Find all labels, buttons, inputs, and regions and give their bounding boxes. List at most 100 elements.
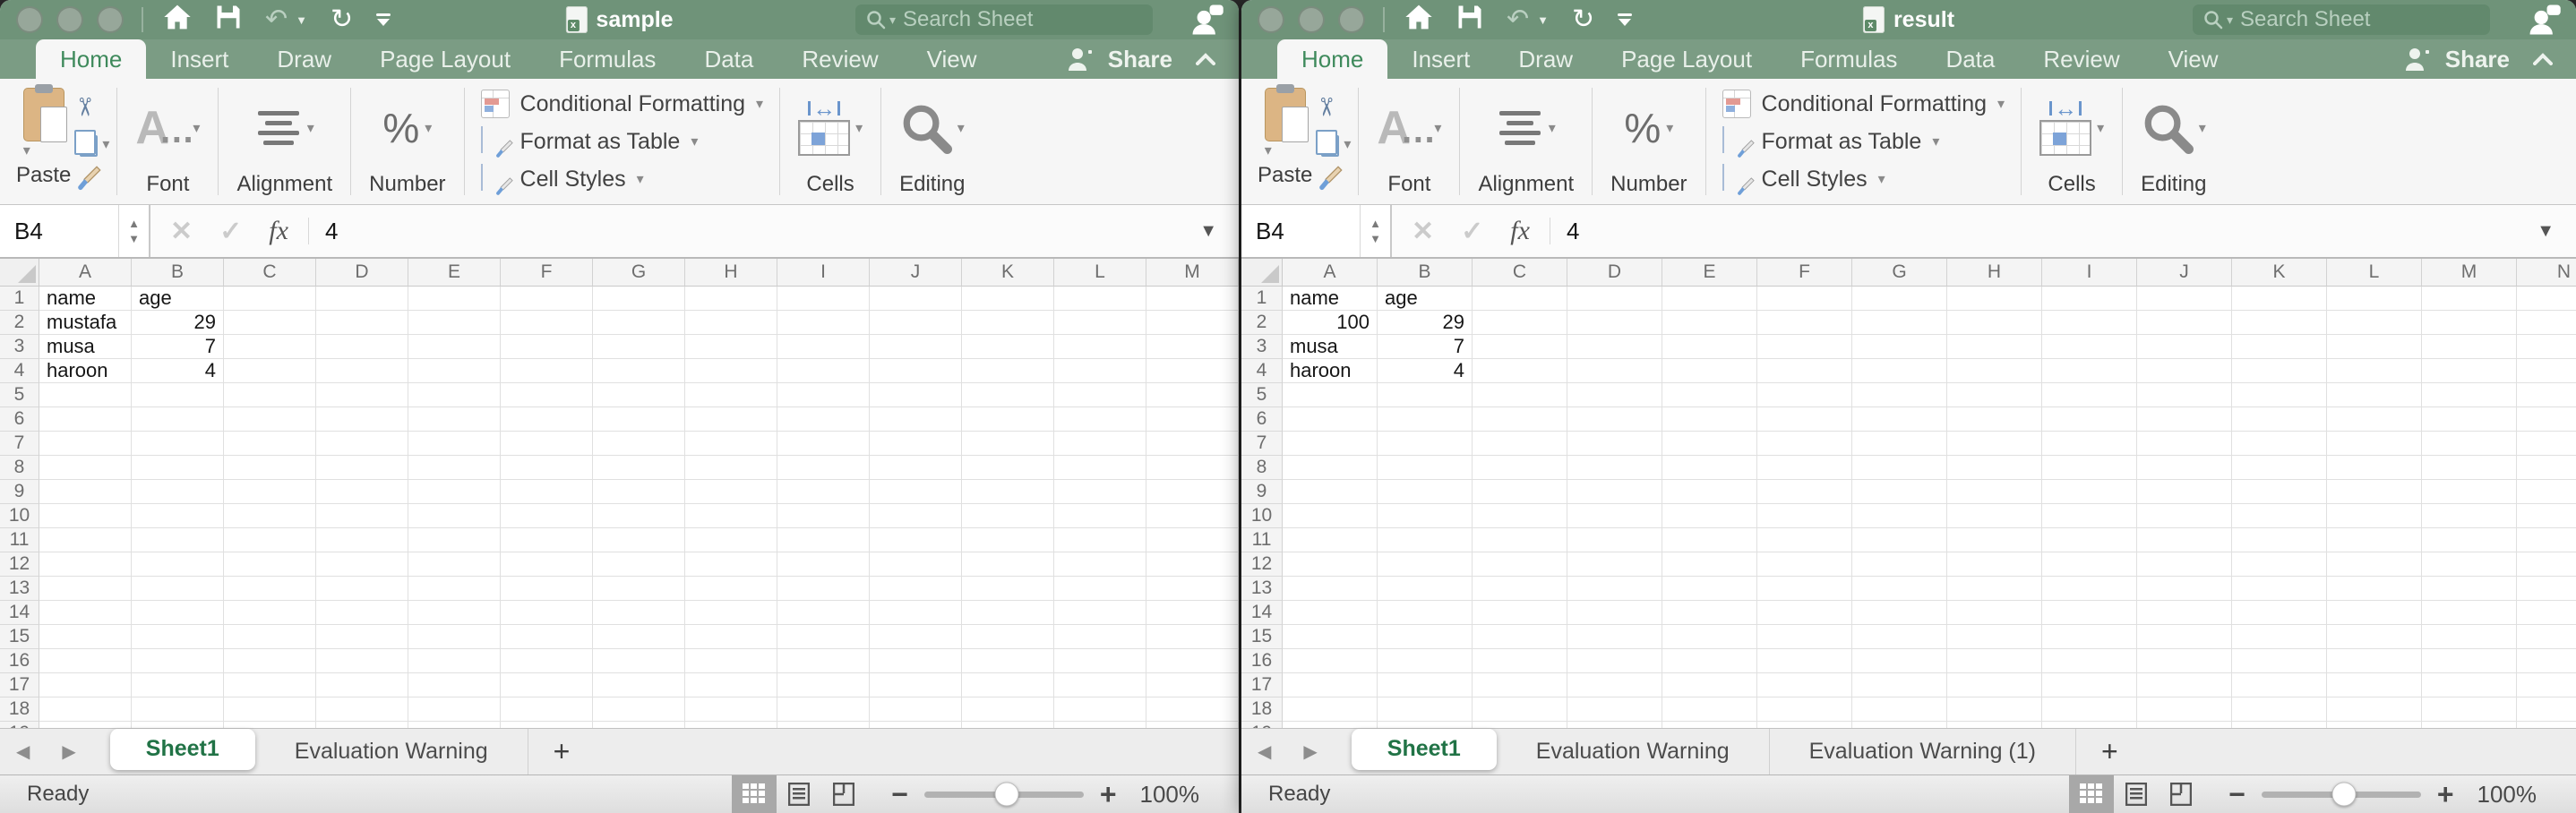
zoom-out-button[interactable]: −	[891, 780, 908, 809]
cell-E4[interactable]	[408, 359, 501, 383]
column-header-F[interactable]: F	[501, 259, 593, 287]
cell-K7[interactable]	[2232, 432, 2327, 456]
cell-B12[interactable]	[132, 552, 224, 577]
zoom-slider[interactable]	[2262, 792, 2421, 798]
cell-E3[interactable]	[1662, 335, 1757, 359]
cell-L12[interactable]	[2327, 552, 2422, 577]
cell-I4[interactable]	[2042, 359, 2137, 383]
cell-L10[interactable]	[2327, 504, 2422, 528]
cell-K14[interactable]	[962, 601, 1054, 625]
cell-J3[interactable]	[870, 335, 962, 359]
cell-C8[interactable]	[224, 456, 316, 480]
editing-group[interactable]: ▾ Editing	[881, 79, 983, 204]
cell-N5[interactable]	[2517, 383, 2576, 407]
row-header-6[interactable]: 6	[1241, 407, 1283, 432]
cell-L7[interactable]	[2327, 432, 2422, 456]
cell-I3[interactable]	[2042, 335, 2137, 359]
cell-C1[interactable]	[1473, 287, 1567, 311]
cell-N12[interactable]	[2517, 552, 2576, 577]
cell-J8[interactable]	[870, 456, 962, 480]
cell-L7[interactable]	[1054, 432, 1146, 456]
cell-F2[interactable]	[1757, 311, 1852, 335]
row-header-18[interactable]: 18	[0, 697, 39, 722]
cell-I2[interactable]	[2042, 311, 2137, 335]
row-header-8[interactable]: 8	[0, 456, 39, 480]
cell-D18[interactable]	[316, 697, 408, 722]
cell-H3[interactable]	[685, 335, 777, 359]
cell-E10[interactable]	[408, 504, 501, 528]
cell-B17[interactable]	[1378, 673, 1473, 697]
zoom-slider[interactable]	[924, 792, 1084, 798]
zoom-out-button[interactable]: −	[2228, 780, 2245, 809]
cell-M8[interactable]	[1146, 456, 1239, 480]
ribbon-tab-formulas[interactable]: Formulas	[1776, 39, 1921, 79]
cell-M8[interactable]	[2422, 456, 2517, 480]
cell-E11[interactable]	[408, 528, 501, 552]
cell-G9[interactable]	[1852, 480, 1947, 504]
cell-N4[interactable]	[2517, 359, 2576, 383]
cell-K15[interactable]	[962, 625, 1054, 649]
copy-dropdown-icon[interactable]: ▾	[102, 135, 109, 153]
cell-D2[interactable]	[316, 311, 408, 335]
cell-B15[interactable]	[132, 625, 224, 649]
cell-H13[interactable]	[685, 577, 777, 601]
cell-I7[interactable]	[2042, 432, 2137, 456]
page-break-view-button[interactable]	[2159, 775, 2203, 813]
cell-A8[interactable]	[39, 456, 132, 480]
sheet-nav-left-icon[interactable]: ◀	[16, 740, 30, 763]
column-header-K[interactable]: K	[2232, 259, 2327, 287]
editing-dropdown-icon[interactable]: ▾	[2199, 119, 2206, 137]
cell-M4[interactable]	[1146, 359, 1239, 383]
customize-toolbar-icon[interactable]	[1618, 13, 1632, 26]
ribbon-tab-page-layout[interactable]: Page Layout	[356, 39, 535, 79]
ribbon-tab-formulas[interactable]: Formulas	[535, 39, 680, 79]
cell-F12[interactable]	[501, 552, 593, 577]
cell-A9[interactable]	[1283, 480, 1378, 504]
contact-icon[interactable]	[2528, 4, 2562, 40]
cell-C18[interactable]	[1473, 697, 1567, 722]
cell-I5[interactable]	[777, 383, 870, 407]
cell-C19[interactable]	[1473, 722, 1567, 728]
cell-J6[interactable]	[2137, 407, 2232, 432]
cell-M16[interactable]	[2422, 649, 2517, 673]
cell-B19[interactable]	[1378, 722, 1473, 728]
cell-A8[interactable]	[1283, 456, 1378, 480]
cell-H2[interactable]	[1947, 311, 2042, 335]
cell-C12[interactable]	[224, 552, 316, 577]
cell-H11[interactable]	[1947, 528, 2042, 552]
row-header-8[interactable]: 8	[1241, 456, 1283, 480]
cell-N18[interactable]	[2517, 697, 2576, 722]
formula-input[interactable]: 4	[1550, 205, 2576, 257]
cell-H19[interactable]	[1947, 722, 2042, 728]
cell-K5[interactable]	[962, 383, 1054, 407]
cell-styles-button[interactable]: Cell Styles ▾	[481, 165, 764, 193]
cell-M18[interactable]	[2422, 697, 2517, 722]
row-header-15[interactable]: 15	[0, 625, 39, 649]
row-header-12[interactable]: 12	[1241, 552, 1283, 577]
cell-B6[interactable]	[132, 407, 224, 432]
cell-L6[interactable]	[2327, 407, 2422, 432]
column-header-F[interactable]: F	[1757, 259, 1852, 287]
close-window-icon[interactable]	[16, 6, 43, 33]
format-as-table-dropdown-icon[interactable]: ▾	[691, 133, 698, 150]
cell-A4[interactable]: haroon	[1283, 359, 1378, 383]
cell-B7[interactable]	[132, 432, 224, 456]
cell-B13[interactable]	[132, 577, 224, 601]
cell-M12[interactable]	[2422, 552, 2517, 577]
minimize-window-icon[interactable]	[56, 6, 83, 33]
cell-G1[interactable]	[1852, 287, 1947, 311]
cell-I17[interactable]	[2042, 673, 2137, 697]
cell-L11[interactable]	[1054, 528, 1146, 552]
cell-I16[interactable]	[2042, 649, 2137, 673]
cell-E7[interactable]	[408, 432, 501, 456]
name-box[interactable]: B4 ▲▼	[0, 205, 150, 257]
cell-F6[interactable]	[1757, 407, 1852, 432]
cell-M5[interactable]	[1146, 383, 1239, 407]
cell-J14[interactable]	[870, 601, 962, 625]
cell-I19[interactable]	[777, 722, 870, 728]
insert-function-icon[interactable]: fx	[1510, 216, 1530, 246]
sheet-nav-right-icon[interactable]: ▶	[62, 740, 75, 763]
row-header-7[interactable]: 7	[0, 432, 39, 456]
undo-dropdown-icon[interactable]: ▼	[1537, 13, 1549, 27]
cell-H12[interactable]	[1947, 552, 2042, 577]
